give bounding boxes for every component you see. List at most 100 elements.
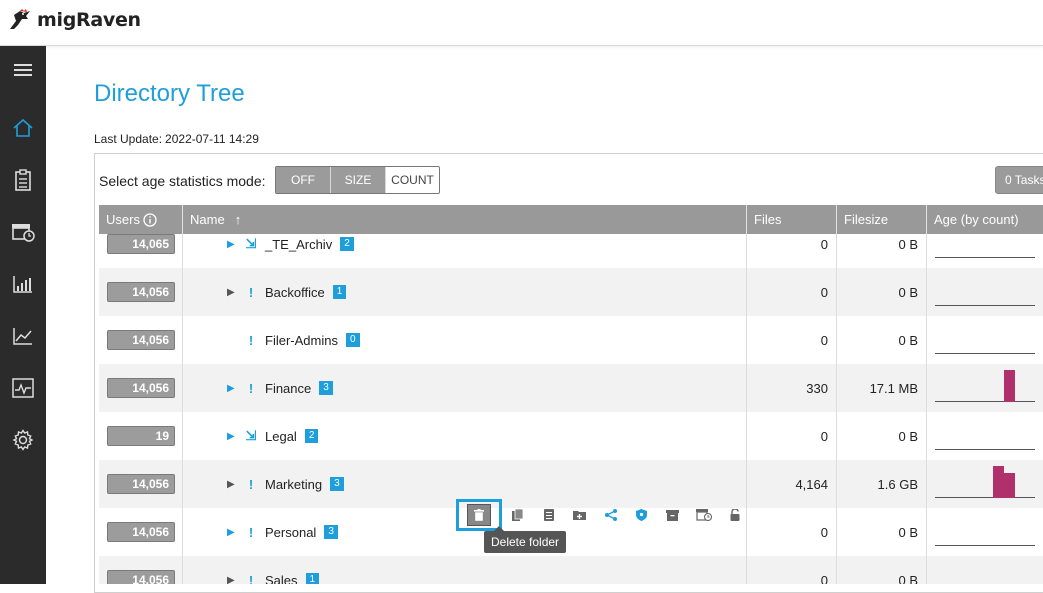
column-filesize[interactable]: Filesize [837, 205, 927, 234]
file-size: 0 B [898, 332, 918, 348]
info-icon[interactable] [143, 212, 157, 227]
last-update: Last Update: 2022-07-11 14:29 [94, 132, 259, 146]
mode-off-button[interactable]: OFF [276, 167, 331, 193]
mode-count-button[interactable]: COUNT [386, 167, 439, 193]
sort-ascending-icon: ↑ [234, 212, 242, 227]
share-icon [604, 509, 617, 521]
folder-name[interactable]: Personal [265, 525, 316, 540]
file-size: 0 B [898, 236, 918, 252]
document-button[interactable] [533, 500, 564, 530]
column-users[interactable]: Users [99, 205, 183, 234]
expand-arrow-icon[interactable]: ▶ [227, 239, 241, 250]
logo[interactable]: migRaven [8, 9, 141, 31]
expand-arrow-icon[interactable]: ▶ [227, 287, 241, 298]
users-badge[interactable]: 14,056 [107, 522, 175, 542]
users-badge[interactable]: 14,056 [107, 474, 175, 494]
subfolder-count-badge: 3 [330, 477, 344, 491]
table-row[interactable]: 14,056 ▶ ! Backoffice 1 0 0 B [99, 268, 1043, 316]
file-size: 17.1 MB [869, 380, 918, 396]
unlock-button[interactable] [719, 500, 750, 530]
table-row[interactable]: 19 ▶ ⇲ Legal 2 0 0 B [99, 412, 1043, 460]
table-row[interactable]: 14,056 ! Filer-Admins 0 0 0 B [99, 316, 1043, 364]
unlock-icon [730, 509, 739, 521]
age-axis [935, 497, 1035, 498]
archive-button[interactable] [657, 500, 688, 530]
expand-arrow-icon[interactable]: ▶ [227, 575, 241, 585]
users-badge[interactable]: 14,056 [107, 330, 175, 350]
archive-clock-icon[interactable] [0, 212, 46, 252]
column-name[interactable]: Name ↑ [183, 205, 747, 234]
age-chart [927, 364, 1043, 412]
expand-arrow-icon[interactable]: ▶ [227, 479, 241, 490]
subfolder-count-badge: 2 [304, 429, 319, 443]
folder-name[interactable]: Sales [265, 573, 298, 585]
mode-size-button[interactable]: SIZE [331, 167, 386, 193]
age-chart [927, 508, 1043, 556]
users-badge[interactable]: 14,056 [107, 378, 175, 398]
subfolder-count-badge: 2 [340, 237, 354, 251]
files-count: 0 [820, 428, 828, 444]
files-count: 0 [820, 572, 828, 585]
files-count: 330 [806, 380, 828, 396]
expand-arrow-icon[interactable]: ▶ [227, 527, 241, 538]
files-count: 0 [820, 332, 828, 348]
column-name-label: Name [190, 212, 225, 227]
table-row[interactable]: 14,065 ▶ ⇲ _TE_Archiv 2 0 0 B [99, 234, 1043, 268]
users-badge[interactable]: 14,056 [107, 282, 175, 302]
users-badge[interactable]: 14,056 [107, 570, 175, 584]
share-button[interactable] [595, 500, 626, 530]
users-badge[interactable]: 14,065 [107, 234, 175, 254]
expand-arrow-icon[interactable]: ▶ [227, 431, 241, 442]
subfolder-count-badge: 1 [332, 285, 347, 299]
age-chart [927, 316, 1043, 364]
expand-arrow-icon[interactable]: ▶ [227, 383, 241, 394]
alert-icon: ! [248, 572, 254, 585]
bar-chart-icon[interactable] [0, 264, 46, 304]
file-size: 0 B [898, 428, 918, 444]
age-mode-label: Select age statistics mode: [99, 173, 266, 189]
file-size: 0 B [898, 572, 918, 585]
folder-name[interactable]: Backoffice [265, 285, 325, 300]
folder-name[interactable]: Filer-Admins [265, 333, 338, 348]
folder-plus-icon [573, 511, 586, 520]
age-chart [927, 234, 1043, 268]
gear-icon[interactable] [0, 420, 46, 460]
table-body: 14,065 ▶ ⇲ _TE_Archiv 2 0 0 B 14,056 ▶ !… [99, 234, 1043, 584]
activity-icon[interactable] [0, 368, 46, 408]
folder-name[interactable]: Marketing [265, 477, 322, 492]
alert-icon: ! [248, 380, 254, 396]
copy-button[interactable] [502, 500, 533, 530]
line-chart-icon[interactable] [0, 316, 46, 356]
users-badge[interactable]: 19 [107, 426, 175, 446]
trash-icon [474, 509, 484, 521]
home-icon[interactable] [0, 108, 46, 148]
age-bar [1004, 370, 1015, 402]
page-title: Directory Tree [94, 80, 245, 107]
table-header: Users Name ↑ Files Filesize Age (by coun… [99, 205, 1043, 234]
clipboard-icon[interactable] [0, 160, 46, 200]
last-update-value: 2022-07-11 14:29 [165, 132, 259, 146]
archive-schedule-button[interactable] [688, 500, 719, 530]
permissions-button[interactable] [626, 500, 657, 530]
top-bar: migRaven [0, 0, 1043, 46]
table-row[interactable]: 14,056 ▶ ! Sales 1 0 0 B [99, 556, 1043, 584]
column-users-label: Users [106, 212, 140, 227]
age-chart [927, 460, 1043, 508]
files-count: 4,164 [795, 476, 828, 492]
folder-name[interactable]: Finance [265, 381, 311, 396]
column-age[interactable]: Age (by count) [927, 205, 1043, 234]
column-files[interactable]: Files [747, 205, 837, 234]
folder-name[interactable]: _TE_Archiv [265, 237, 332, 252]
table-row[interactable]: 14,056 ▶ ! Finance 3 330 17.1 MB [99, 364, 1043, 412]
subfolder-count-badge: 3 [319, 381, 333, 395]
subfolder-count-badge: 0 [345, 333, 360, 347]
new-folder-button[interactable] [564, 500, 595, 530]
tasks-button[interactable]: 0 Tasks [995, 166, 1043, 194]
age-bar [992, 466, 1004, 498]
menu-icon[interactable] [0, 50, 46, 90]
file-size: 1.6 GB [877, 476, 918, 492]
age-chart [927, 556, 1043, 584]
age-chart [927, 412, 1043, 460]
folder-name[interactable]: Legal [265, 429, 297, 444]
age-axis [935, 449, 1035, 450]
